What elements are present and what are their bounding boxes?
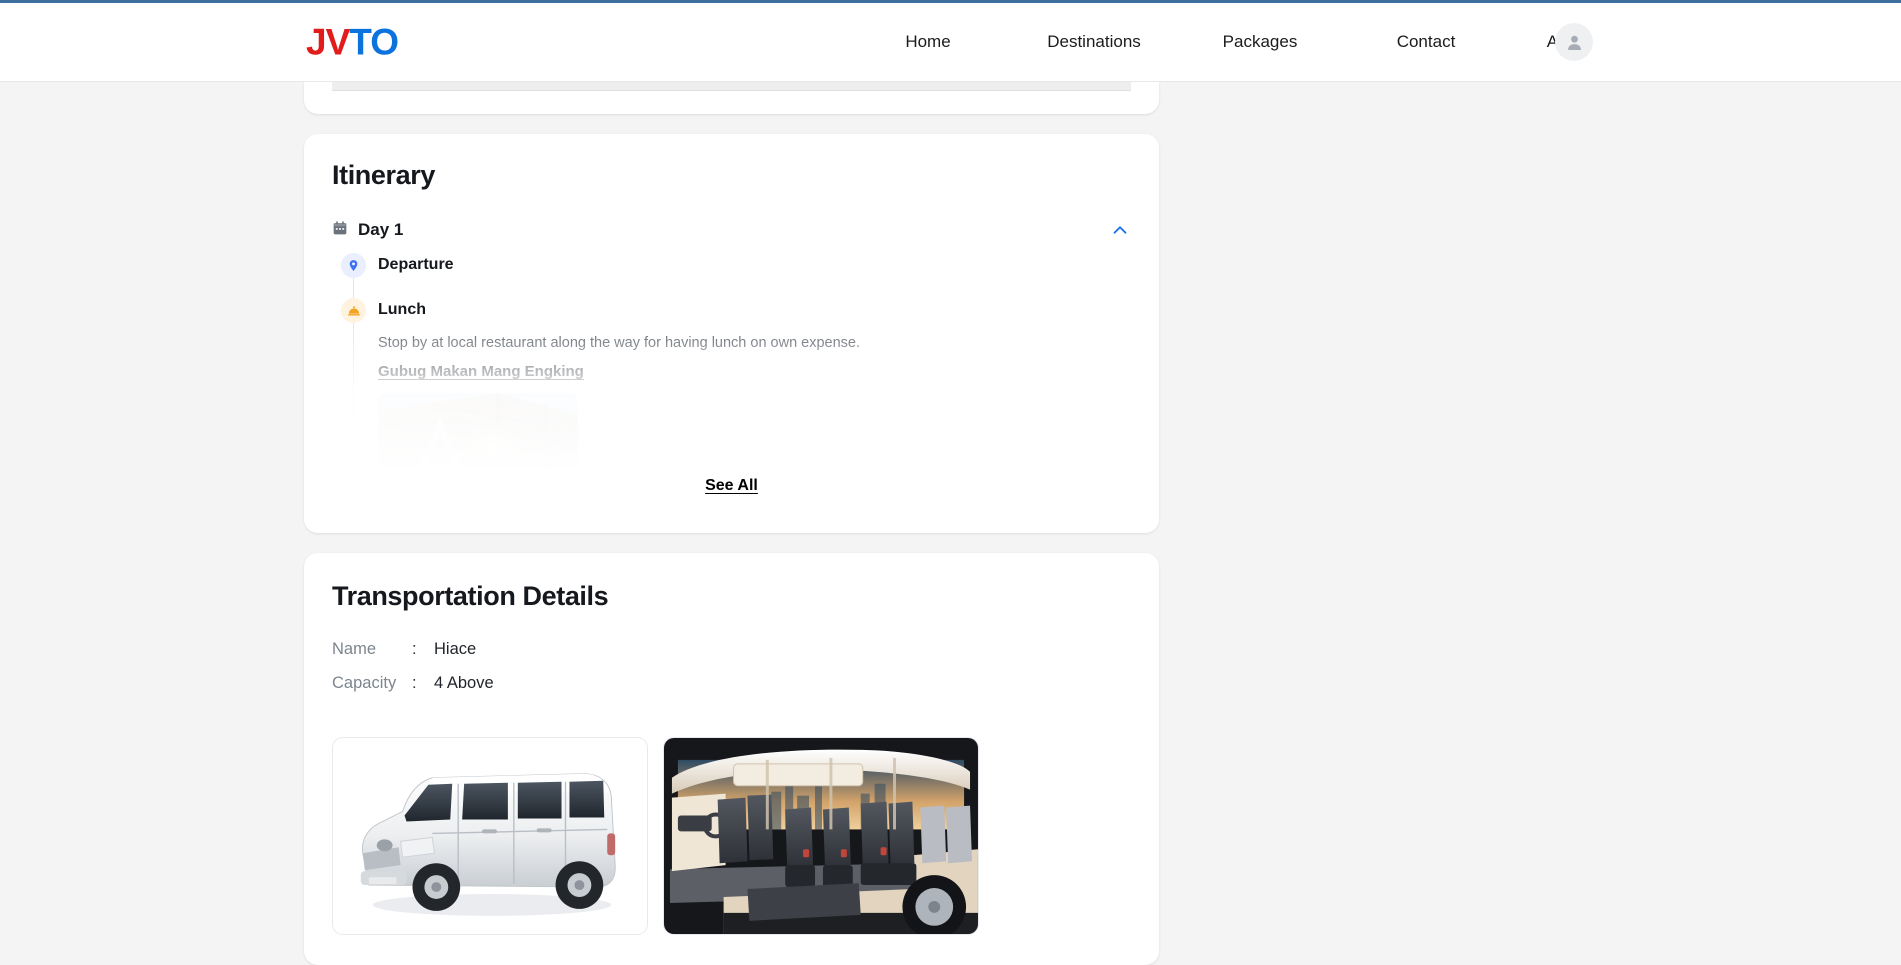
card-spacer <box>304 533 1159 553</box>
user-avatar-button[interactable] <box>1555 23 1593 61</box>
nav-item-destinations[interactable]: Destinations <box>1047 26 1141 58</box>
brand-logo-part-2: TO <box>349 22 398 63</box>
site-header: JVTO Home Destinations Packages Contact … <box>0 3 1901 82</box>
itinerary-item-link[interactable]: Gubug Makan Mang Engking <box>378 363 584 380</box>
transportation-card: Transportation Details Name : Hiace Capa… <box>304 553 1159 965</box>
calendar-icon <box>332 220 348 241</box>
brand-logo-part-1: JV <box>306 22 349 63</box>
nav-slot-destinations: Destinations <box>1011 26 1177 58</box>
nav-slot-home: Home <box>845 26 1011 58</box>
itinerary-item-body: Departure <box>378 253 454 276</box>
user-avatar-icon <box>1564 32 1585 53</box>
spec-key: Name <box>332 640 412 659</box>
itinerary-card: Itinerary Day 1 <box>304 134 1159 533</box>
nav-item-packages[interactable]: Packages <box>1223 26 1298 58</box>
spec-colon: : <box>412 674 434 693</box>
page-content: Itinerary Day 1 <box>0 82 1901 943</box>
card-divider-line <box>332 82 1131 91</box>
brand-logo[interactable]: JVTO <box>306 24 398 61</box>
previous-card-clipped <box>304 82 1159 114</box>
spec-row-capacity: Capacity : 4 Above <box>332 674 1131 708</box>
itinerary-item-departure: Departure <box>341 253 1131 278</box>
browser-chrome-edge <box>0 0 1901 3</box>
vehicle-image-gallery <box>332 737 1131 935</box>
itinerary-item-title: Lunch <box>378 299 860 321</box>
vehicle-exterior-photo[interactable] <box>332 737 648 935</box>
itinerary-item-title: Departure <box>378 254 454 276</box>
itinerary-title: Itinerary <box>332 160 1131 191</box>
nav-item-home[interactable]: Home <box>905 26 950 58</box>
food-dome-icon <box>341 298 366 323</box>
see-all-link[interactable]: See All <box>705 477 758 495</box>
see-all-footer: See All <box>304 471 1159 533</box>
spec-row-name: Name : Hiace <box>332 640 1131 674</box>
itinerary-item-description: Stop by at local restaurant along the wa… <box>378 333 860 353</box>
chevron-up-icon[interactable] <box>1109 219 1131 241</box>
vehicle-interior-photo[interactable] <box>663 737 979 935</box>
map-pin-icon <box>341 253 366 278</box>
spec-value: 4 Above <box>434 674 494 693</box>
itinerary-day-label: Day 1 <box>358 220 403 240</box>
transportation-spec-table: Name : Hiace Capacity : 4 Above <box>332 640 1131 708</box>
content-column: Itinerary Day 1 <box>304 82 1159 965</box>
itinerary-day-toggle[interactable]: Day 1 <box>332 219 1131 241</box>
nav-slot-packages: Packages <box>1177 26 1343 58</box>
nav-item-contact[interactable]: Contact <box>1397 26 1456 58</box>
transportation-title: Transportation Details <box>332 581 1131 612</box>
nav-slot-contact: Contact <box>1343 26 1509 58</box>
spec-value: Hiace <box>434 640 476 659</box>
spec-colon: : <box>412 640 434 659</box>
card-spacer <box>304 114 1159 134</box>
itinerary-day-left: Day 1 <box>332 220 403 241</box>
main-navigation: Home Destinations Packages Contact About <box>845 26 1629 58</box>
spec-key: Capacity <box>332 674 412 693</box>
